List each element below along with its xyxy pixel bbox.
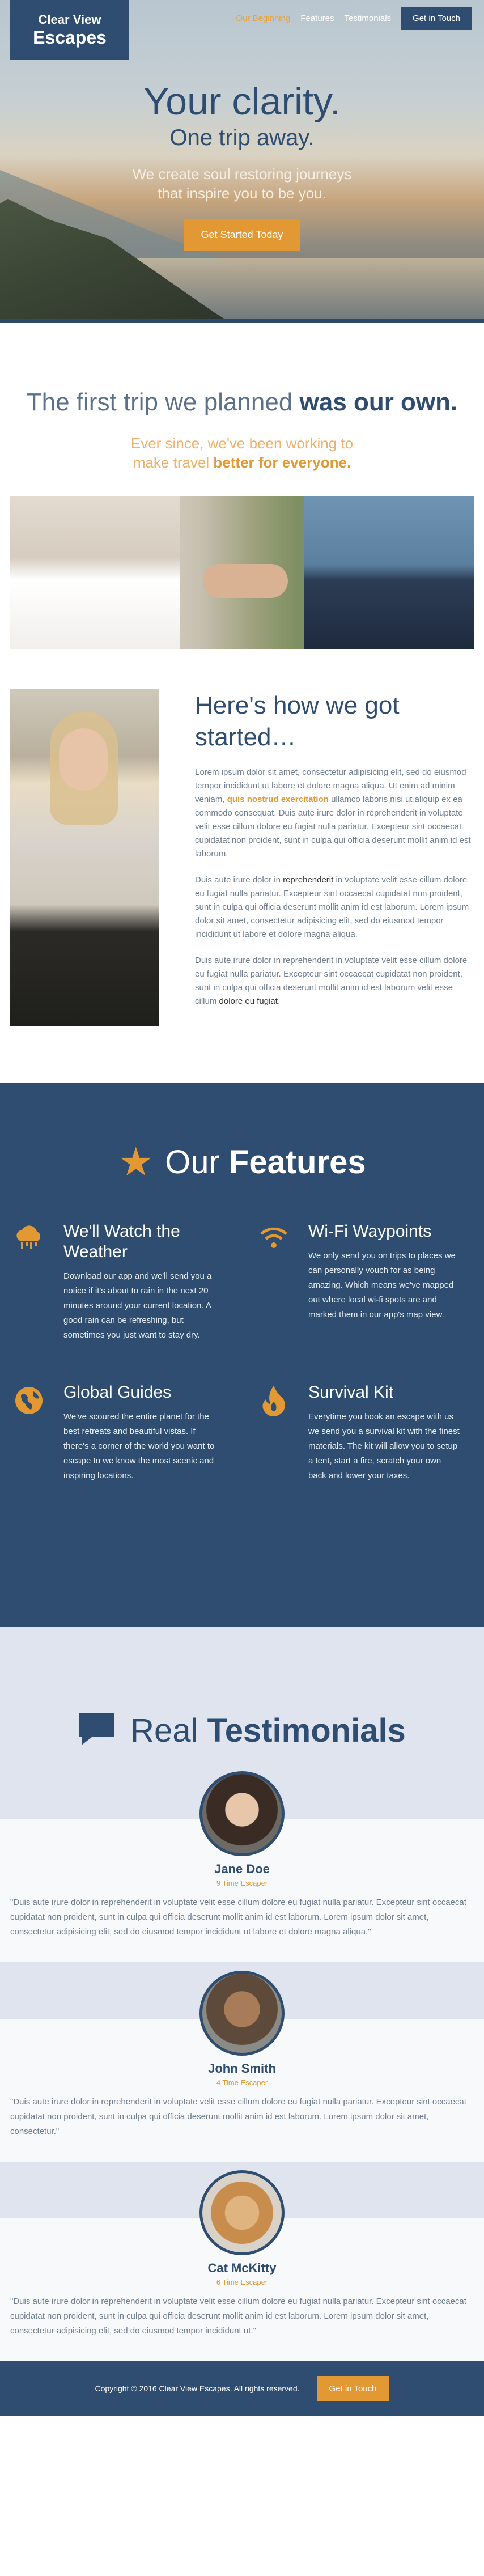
story-p2-text-a: Duis aute irure dolor in (195, 875, 283, 885)
testimonials-title-bold: Testimonials (207, 1712, 406, 1749)
couple-holding-hands-image (10, 496, 474, 649)
hero-desc-line1: We create soul restoring journeys (132, 165, 352, 183)
hero-bottom-rule (0, 319, 484, 323)
founder-portrait-image (10, 689, 159, 1026)
hero-content: Your clarity. One trip away. We create s… (0, 79, 484, 251)
story-section: Here's how we got started… Lorem ipsum d… (10, 689, 474, 1026)
story-paragraph-2: Duis aute irure dolor in reprehenderit i… (195, 873, 474, 941)
testimonial-body: Jane Doe 9 Time Escaper "Duis aute irure… (0, 1771, 484, 1962)
testimonials-heading-inner: Real Testimonials (0, 1712, 484, 1750)
testimonials-title-light: Real (130, 1712, 207, 1749)
fire-icon (256, 1382, 291, 1483)
story-paragraph-1: Lorem ipsum dolor sit amet, consectetur … (195, 766, 474, 861)
avatar (199, 1971, 285, 2056)
first-trip-section: The first trip we planned was our own. E… (0, 323, 484, 649)
feature-wifi-desc: We only send you on trips to places we c… (308, 1251, 456, 1319)
feature-wifi-title: Wi-Fi Waypoints (308, 1222, 432, 1241)
nav-link-features[interactable]: Features (300, 14, 334, 23)
testimonial-quote: "Duis aute irure dolor in reprehenderit … (10, 2297, 466, 2336)
get-started-button[interactable]: Get Started Today (184, 219, 300, 251)
footer-get-in-touch-button[interactable]: Get in Touch (316, 2375, 389, 2401)
testimonial-quote: "Duis aute irure dolor in reprehenderit … (10, 1898, 466, 1937)
first-trip-title-light: The first trip we planned (26, 388, 300, 416)
footer: Copyright © 2016 Clear View Escapes. All… (0, 2361, 484, 2416)
feature-weather-title: We'll Watch the Weather (63, 1222, 180, 1261)
story-body: Here's how we got started… Lorem ipsum d… (195, 689, 474, 1026)
story-title: Here's how we got started… (195, 691, 400, 751)
first-trip-sub-line1: Ever since, we've been working to (130, 435, 354, 452)
hero-desc-line2: that inspire you to be you. (158, 185, 326, 202)
testimonial-card: Jane Doe 9 Time Escaper "Duis aute irure… (0, 1771, 484, 1962)
couple-person-right (304, 496, 474, 649)
testimonial-name: Jane Doe (214, 1862, 270, 1876)
weather-cloud-icon (11, 1221, 46, 1343)
story-p3-emphasis: dolore eu fugiat (219, 996, 278, 1006)
first-trip-sub-bold: better for everyone. (213, 454, 351, 471)
testimonial-name: Cat McKitty (207, 2261, 277, 2275)
portrait-face (59, 728, 108, 791)
features-grid: We'll Watch the Weather Download our app… (11, 1221, 461, 1483)
features-heading: ★ Our Features (0, 1142, 484, 1182)
hero-subtitle: One trip away. (169, 125, 315, 150)
hero-title: Your clarity. (143, 80, 341, 123)
story-paragraph-3: Duis aute irure dolor in reprehenderit i… (195, 954, 474, 1008)
feature-guides-desc: We've scoured the entire planet for the … (63, 1412, 215, 1480)
testimonials-section: Real Testimonials Jane Doe 9 Time Escape… (0, 1627, 484, 2361)
wifi-icon (256, 1221, 291, 1343)
globe-icon (11, 1382, 46, 1483)
nav-link-our-beginning[interactable]: Our Beginning (236, 14, 290, 23)
first-trip-title-bold: was our own. (299, 388, 458, 416)
feature-weather-desc: Download our app and we'll send you a no… (63, 1271, 212, 1340)
feature-guides: Global Guides We've scoured the entire p… (11, 1382, 216, 1483)
story-p3-text-c: . (277, 996, 281, 1006)
brand-line1: Clear View (38, 12, 101, 27)
couple-hands (203, 564, 288, 598)
first-trip-sub-light: make travel (133, 454, 214, 471)
first-trip-sub-line2: make travel better for everyone. (0, 453, 484, 472)
hero-description: We create soul restoring journeys that i… (0, 164, 484, 203)
hero-section: Clear View Escapes Our Beginning Feature… (0, 0, 484, 323)
couple-person-left (10, 496, 180, 649)
testimonial-body: John Smith 4 Time Escaper "Duis aute iru… (0, 1971, 484, 2162)
testimonial-card: John Smith 4 Time Escaper "Duis aute iru… (0, 1962, 484, 2162)
feature-wifi: Wi-Fi Waypoints We only send you on trip… (256, 1221, 461, 1343)
testimonial-body: Cat McKitty 6 Time Escaper "Duis aute ir… (0, 2170, 484, 2361)
feature-survival: Survival Kit Everytime you book an escap… (256, 1382, 461, 1483)
star-icon: ★ (118, 1140, 154, 1184)
testimonial-role: 6 Time Escaper (216, 2278, 268, 2286)
story-inline-link[interactable]: quis nostrud exercitation (227, 795, 329, 804)
feature-survival-desc: Everytime you book an escape with us we … (308, 1412, 460, 1480)
testimonial-role: 4 Time Escaper (216, 2078, 268, 2087)
nav-get-in-touch-button[interactable]: Get in Touch (401, 7, 472, 30)
feature-weather: We'll Watch the Weather Download our app… (11, 1221, 216, 1343)
story-p2-emphasis: reprehenderit (283, 875, 334, 885)
feature-survival-title: Survival Kit (308, 1383, 394, 1402)
features-title: Our Features (165, 1143, 366, 1181)
features-title-light: Our (165, 1143, 229, 1181)
avatar (199, 2170, 285, 2255)
brand-logo[interactable]: Clear View Escapes (10, 0, 129, 60)
testimonial-role: 9 Time Escaper (216, 1879, 268, 1887)
brand-line2: Escapes (33, 27, 107, 48)
testimonial-quote: "Duis aute irure dolor in reprehenderit … (10, 2097, 466, 2136)
features-title-bold: Features (228, 1143, 366, 1181)
feature-guides-title: Global Guides (63, 1383, 172, 1402)
testimonials-title: Real Testimonials (130, 1712, 406, 1750)
avatar (199, 1771, 285, 1856)
speech-bubble-icon (78, 1712, 116, 1749)
nav-link-testimonials[interactable]: Testimonials (345, 14, 392, 23)
testimonial-card: Cat McKitty 6 Time Escaper "Duis aute ir… (0, 2162, 484, 2361)
testimonial-name: John Smith (208, 2061, 276, 2076)
footer-copyright: Copyright © 2016 Clear View Escapes. All… (95, 2384, 300, 2393)
features-section: ★ Our Features We'll Watch the Weather D… (0, 1083, 484, 1627)
main-nav: Our Beginning Features Testimonials Get … (236, 7, 472, 30)
first-trip-title: The first trip we planned was our own. (0, 388, 484, 417)
first-trip-subtitle: Ever since, we've been working to make t… (0, 434, 484, 472)
